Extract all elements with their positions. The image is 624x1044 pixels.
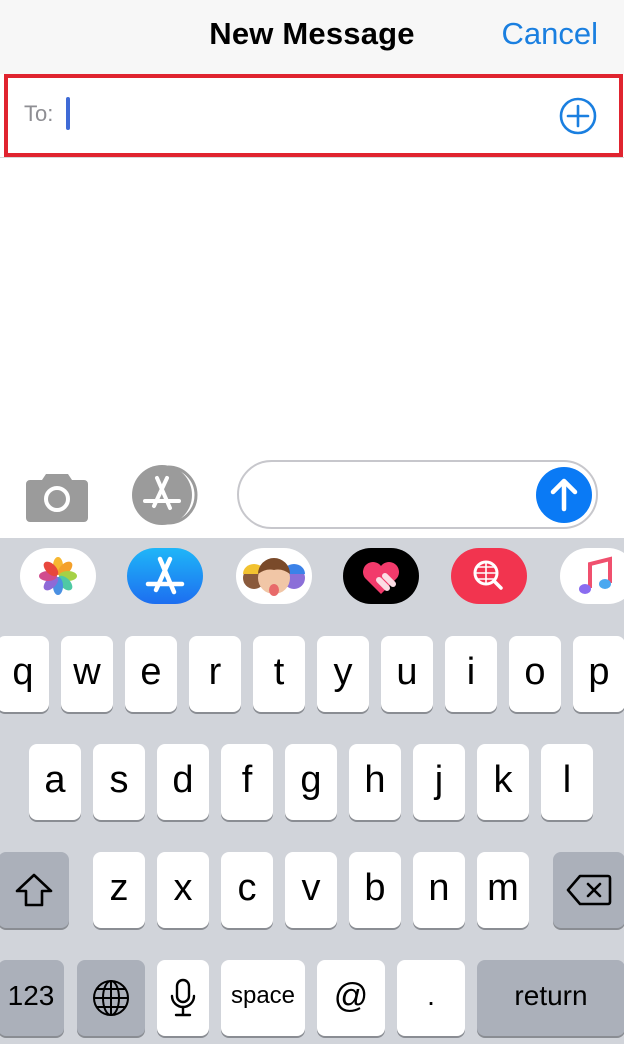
photos-icon xyxy=(39,557,77,595)
key-g[interactable]: g xyxy=(285,744,337,820)
key-m[interactable]: m xyxy=(477,852,529,928)
shift-icon xyxy=(15,873,52,907)
message-input[interactable] xyxy=(259,472,529,517)
music-note-icon xyxy=(579,556,612,594)
key-a[interactable]: a xyxy=(29,744,81,820)
app-images-search[interactable] xyxy=(451,548,527,604)
microphone-icon xyxy=(170,978,196,1017)
apps-button[interactable] xyxy=(130,464,204,526)
app-store-icon xyxy=(132,465,198,525)
key-q[interactable]: q xyxy=(0,636,49,712)
space-key[interactable]: space xyxy=(221,960,305,1036)
numbers-key[interactable]: 123 xyxy=(0,960,64,1036)
key-f[interactable]: f xyxy=(221,744,273,820)
arrow-up-icon xyxy=(550,478,578,512)
heart-touch-icon xyxy=(363,562,399,594)
app-digital-touch[interactable] xyxy=(343,548,419,604)
return-key[interactable]: return xyxy=(477,960,624,1036)
send-button[interactable] xyxy=(536,467,592,523)
key-d[interactable]: d xyxy=(157,744,209,820)
keyboard: qwertyuiop asdfghjkl zxcvbnm 123 space @… xyxy=(0,538,624,1044)
recipient-row: To: xyxy=(0,74,624,158)
key-s[interactable]: s xyxy=(93,744,145,820)
key-e[interactable]: e xyxy=(125,636,177,712)
app-music[interactable] xyxy=(560,548,624,604)
add-contact-button[interactable] xyxy=(558,96,598,136)
key-p[interactable]: p xyxy=(573,636,624,712)
camera-button[interactable] xyxy=(26,470,88,522)
text-cursor xyxy=(66,97,70,130)
shift-key[interactable] xyxy=(0,852,69,928)
delete-key[interactable] xyxy=(553,852,624,928)
key-l[interactable]: l xyxy=(541,744,593,820)
key-o[interactable]: o xyxy=(509,636,561,712)
compose-bar xyxy=(0,450,624,538)
app-memoji[interactable] xyxy=(236,548,312,604)
message-field[interactable] xyxy=(237,460,598,529)
navigation-bar: New Message Cancel xyxy=(0,0,624,74)
microphone-key[interactable] xyxy=(157,960,209,1036)
app-photos[interactable] xyxy=(20,548,96,604)
cancel-button[interactable]: Cancel xyxy=(502,16,599,52)
globe-key[interactable] xyxy=(77,960,145,1036)
period-key[interactable]: . xyxy=(397,960,465,1036)
key-v[interactable]: v xyxy=(285,852,337,928)
key-z[interactable]: z xyxy=(93,852,145,928)
key-t[interactable]: t xyxy=(253,636,305,712)
key-c[interactable]: c xyxy=(221,852,273,928)
key-w[interactable]: w xyxy=(61,636,113,712)
key-h[interactable]: h xyxy=(349,744,401,820)
to-label: To: xyxy=(24,101,54,126)
key-j[interactable]: j xyxy=(413,744,465,820)
plus-circle-icon xyxy=(559,97,597,135)
key-x[interactable]: x xyxy=(157,852,209,928)
app-store-icon xyxy=(145,556,185,595)
globe-search-icon xyxy=(473,560,503,590)
globe-icon xyxy=(93,980,129,1016)
recipient-input[interactable] xyxy=(64,94,534,138)
camera-icon xyxy=(26,474,88,522)
app-app-store[interactable] xyxy=(127,548,203,604)
key-r[interactable]: r xyxy=(189,636,241,712)
key-i[interactable]: i xyxy=(445,636,497,712)
key-b[interactable]: b xyxy=(349,852,401,928)
delete-icon xyxy=(566,874,612,906)
key-u[interactable]: u xyxy=(381,636,433,712)
key-k[interactable]: k xyxy=(477,744,529,820)
key-n[interactable]: n xyxy=(413,852,465,928)
memoji-icon xyxy=(243,558,305,596)
key-y[interactable]: y xyxy=(317,636,369,712)
at-key[interactable]: @ xyxy=(317,960,385,1036)
app-drawer xyxy=(0,538,624,618)
